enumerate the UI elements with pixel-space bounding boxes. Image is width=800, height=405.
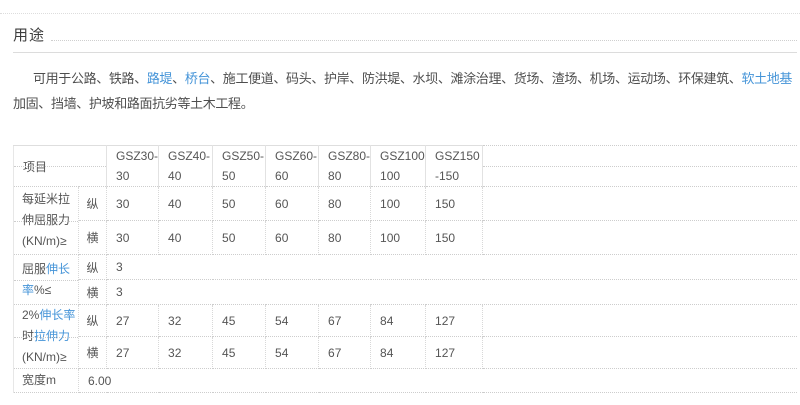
link-shenchanglv[interactable]: 伸长率 — [39, 308, 75, 322]
table-cell: 30 — [106, 186, 160, 221]
table-cell: 150 — [425, 220, 484, 255]
table-cell-empty — [482, 304, 797, 337]
link-ludi[interactable]: 路堤 — [147, 71, 173, 86]
col-header-gsz40: GSZ40- 40 — [158, 145, 214, 187]
table-row-yield-transverse: 横 30 40 50 60 80 100 150 — [14, 220, 797, 255]
table-cell: 150 — [425, 186, 484, 221]
table-cell: 3 — [106, 279, 797, 305]
table-row-yield-longitudinal: 每延米拉 伸屈服力 (KN/m)≥ 纵 30 40 50 60 80 100 1… — [13, 186, 797, 255]
table-cell: 67 — [318, 336, 372, 369]
table-cell: 40 — [158, 186, 214, 221]
page-title: 用途 — [13, 27, 46, 44]
col-header-gsz150: GSZ150 -150 — [425, 145, 484, 187]
col-header-gsz60: GSZ60- 60 — [265, 145, 320, 187]
table-cell: 80 — [318, 186, 372, 221]
link-qiaotai[interactable]: 桥台 — [185, 71, 211, 86]
row-label-width: 宽度m — [13, 368, 79, 393]
table-cell: 45 — [212, 336, 267, 369]
row-label-yield-force: 每延米拉 伸屈服力 (KN/m)≥ — [13, 186, 79, 255]
table-cell: 100 — [370, 220, 427, 255]
axis-label: 纵 — [78, 254, 108, 280]
table-row-2pct-longitudinal: 2%伸长率 时拉伸力 (KN/m)≥ 纵 27 32 45 54 67 84 1… — [13, 304, 797, 369]
table-cell: 54 — [265, 304, 320, 337]
table-cell: 60 — [265, 220, 320, 255]
axis-label: 横 — [78, 336, 108, 369]
col-header-item: 项目 — [13, 145, 108, 187]
link-lv[interactable]: 率 — [22, 283, 34, 297]
axis-label: 纵 — [78, 304, 108, 337]
col-header-gsz30: GSZ30- 30 — [106, 145, 160, 187]
section-header: 用途 — [13, 0, 797, 44]
intro-text: 、施工便道、码头、护岸、防洪堤、水坝、滩涂治理、货场、渣场、机场、运动场、环保建… — [210, 71, 742, 86]
table-cell: 60 — [265, 186, 320, 221]
table-row-2pct-transverse: 横 27 32 45 54 67 84 127 — [14, 336, 797, 369]
table-cell: 100 — [370, 186, 427, 221]
table-cell: 67 — [318, 304, 372, 337]
table-cell: 54 — [265, 336, 320, 369]
table-cell: 50 — [212, 220, 267, 255]
table-row-width: 宽度m 6.00 — [13, 368, 797, 393]
row-label-yield-elongation: 屈服伸长 率%≤ — [13, 254, 79, 305]
table-row-elongation-longitudinal: 屈服伸长 率%≤ 纵 3 — [13, 254, 797, 305]
intro-text: 可用于公路、铁路、 — [33, 71, 147, 86]
section-divider — [13, 52, 797, 53]
table-cell: 127 — [425, 336, 484, 369]
top-divider — [0, 13, 800, 14]
intro-text: 、 — [172, 71, 185, 86]
table-cell: 30 — [106, 220, 160, 255]
table-row-elongation-transverse: 横 3 — [14, 279, 797, 305]
table-cell-empty — [482, 186, 797, 221]
col-header-empty — [482, 145, 797, 187]
table-cell: 84 — [370, 304, 427, 337]
col-header-gsz80: GSZ80- 80 — [318, 145, 372, 187]
intro-paragraph: 可用于公路、铁路、路堤、桥台、施工便道、码头、护岸、防洪堤、水坝、滩涂治理、货场… — [13, 66, 797, 116]
axis-label: 横 — [78, 279, 108, 305]
axis-label: 横 — [78, 220, 108, 255]
intro-text: 加固、挡墙、护坡和路面抗劣等土木工程。 — [13, 96, 254, 111]
table-cell: 84 — [370, 336, 427, 369]
table-cell: 3 — [106, 254, 797, 280]
col-header-gsz100: GSZ100- 100 — [370, 145, 427, 187]
table-cell: 80 — [318, 220, 372, 255]
col-header-gsz50: GSZ50- 50 — [212, 145, 267, 187]
table-cell: 32 — [158, 336, 214, 369]
link-lashenli[interactable]: 拉伸力 — [34, 329, 70, 343]
table-cell-empty — [482, 220, 797, 255]
spec-table: 项目 GSZ30- 30 GSZ40- 40 GSZ50- 50 GSZ60- 60 G… — [13, 145, 797, 393]
table-cell-empty — [482, 336, 797, 369]
table-cell: 45 — [212, 304, 267, 337]
table-cell: 50 — [212, 186, 267, 221]
axis-label: 纵 — [78, 186, 108, 221]
table-cell: 40 — [158, 220, 214, 255]
table-header-row: 项目 GSZ30- 30 GSZ40- 40 GSZ50- 50 GSZ60- 60 G… — [13, 145, 797, 187]
link-ruantudiji[interactable]: 软土地基 — [741, 71, 792, 86]
row-label-2pct-tensile: 2%伸长率 时拉伸力 (KN/m)≥ — [13, 304, 79, 369]
page: 用途 可用于公路、铁路、路堤、桥台、施工便道、码头、护岸、防洪堤、水坝、滩涂治理… — [0, 0, 800, 405]
table-cell: 127 — [425, 304, 484, 337]
table-cell: 6.00 — [78, 368, 797, 393]
table-cell: 32 — [158, 304, 214, 337]
dotted-leader — [51, 40, 797, 41]
link-shenchang[interactable]: 伸长 — [46, 262, 70, 276]
table-cell: 27 — [106, 336, 160, 369]
table-cell: 27 — [106, 304, 160, 337]
